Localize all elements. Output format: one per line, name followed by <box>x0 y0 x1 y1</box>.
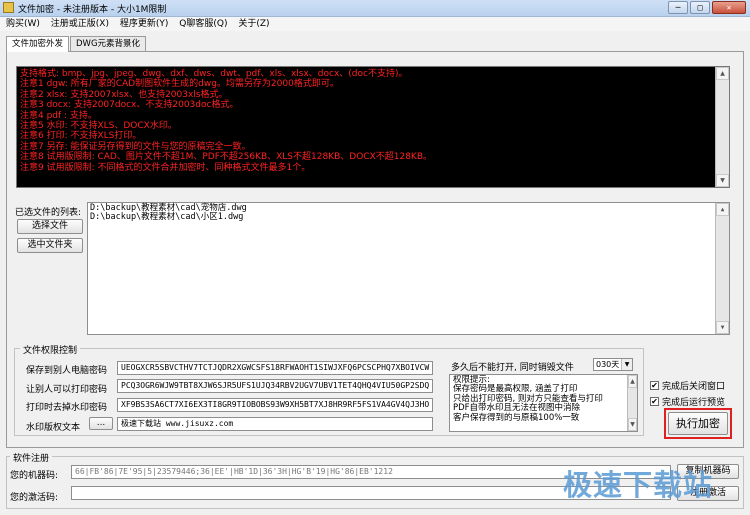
save-password-label: 保存到别人电脑密码 <box>26 366 108 376</box>
info-console: 支持格式: bmp、jpg、jpeg、dwg、dxf、dws、dwt、pdf、x… <box>16 66 730 188</box>
menu-support[interactable]: Q聊客服(Q) <box>179 17 227 31</box>
maximize-button[interactable]: □ <box>690 1 710 14</box>
console-line: 注意5 水印: 不支持XLS、DOCX水印。 <box>20 121 177 132</box>
scroll-down-icon[interactable]: ▼ <box>716 174 729 187</box>
preview-after-label: 完成后运行预览 <box>662 398 726 408</box>
window-title: 文件加密 - 未注册版本 - 大小1M限制 <box>18 5 167 15</box>
watermark-text-label: 水印版权文本 <box>26 423 81 433</box>
permission-tips: 权限提示: 保存密码是最高权限, 涵盖了打印 只给出打印密码, 则对方只能查看与… <box>449 374 638 432</box>
tips-scrollbar[interactable]: ▲ ▼ <box>627 375 637 431</box>
close-after-label: 完成后关闭窗口 <box>662 382 726 392</box>
menu-bar: 购买(W) 注册或正版(X) 程序更新(Y) Q聊客服(Q) 关于(Z) <box>0 17 750 31</box>
console-line: 注意9 试用版限制: 不同格式的文件合并加密时、同种格式文件最多1个。 <box>20 162 311 173</box>
console-line: 注意3 docx: 支持2007docx、不支持2003doc格式。 <box>20 100 239 111</box>
file-list-scrollbar[interactable]: ▲ ▼ <box>715 203 729 334</box>
save-password-field[interactable]: UEOGXCR5SBVCTHV7TCTJQDR2XGWCSFS18RFWAOHT… <box>117 361 433 375</box>
tip-line: 客户保存得到的与原稿100%一致 <box>453 412 580 423</box>
scroll-up-icon[interactable]: ▲ <box>628 375 637 388</box>
checkbox-checked-icon[interactable]: ✔ <box>650 381 659 390</box>
scroll-up-icon[interactable]: ▲ <box>716 67 729 80</box>
scroll-down-icon[interactable]: ▼ <box>628 418 637 431</box>
tab-dwg-background[interactable]: DWG元素背景化 <box>70 36 147 52</box>
app-icon <box>3 2 14 13</box>
title-bar: 文件加密 - 未注册版本 - 大小1M限制 ─ □ ✕ <box>0 0 750 17</box>
preview-after-checkbox[interactable]: ✔ 完成后运行预览 <box>650 395 725 408</box>
checkbox-checked-icon[interactable]: ✔ <box>650 397 659 406</box>
remove-watermark-label: 打印时去掉水印密码 <box>26 403 108 413</box>
print-password-label: 让别人可以打印密码 <box>26 385 108 395</box>
menu-register[interactable]: 注册或正版(X) <box>51 17 109 31</box>
scroll-down-icon[interactable]: ▼ <box>716 321 729 334</box>
print-password-field[interactable]: PCQ3OGR6WJW9TBT8XJW6SJR5UFS1UJQ34RBV2UGV… <box>117 379 433 393</box>
tab-bar: 文件加密外发 DWG元素背景化 <box>6 36 147 52</box>
file-list-label: 已选文件的列表: <box>15 208 82 218</box>
expire-days-value: 030天 <box>596 360 620 369</box>
menu-buy[interactable]: 购买(W) <box>6 17 40 31</box>
activation-code-label: 您的激活码: <box>10 493 59 503</box>
console-line: 支持格式: bmp、jpg、jpeg、dwg、dxf、dws、dwt、pdf、x… <box>20 69 408 79</box>
select-folder-button[interactable]: 选中文件夹 <box>17 238 83 253</box>
scroll-up-icon[interactable]: ▲ <box>716 203 729 216</box>
site-watermark: 极速下载站 <box>563 468 714 502</box>
list-item[interactable]: D:\backup\教程素材\cad\小区1.dwg <box>90 213 727 222</box>
file-list[interactable]: D:\backup\教程素材\cad\宠物店.dwg D:\backup\教程素… <box>87 202 730 335</box>
console-line: 注意8 试用版限制: CAD、图片文件不超1M、PDF不超256KB、XLS不超… <box>20 152 432 163</box>
watermark-browse-button[interactable]: ... <box>89 417 113 430</box>
menu-update[interactable]: 程序更新(Y) <box>120 17 169 31</box>
execute-encrypt-button[interactable]: 执行加密 <box>668 412 728 435</box>
console-line: 注意1 dgw: 所有厂家的CAD制图软件生成的dwg。均需另存为2000格式即… <box>20 79 339 90</box>
machine-code-label: 您的机器码: <box>10 471 59 481</box>
close-button[interactable]: ✕ <box>712 1 746 14</box>
console-line: 注意4 pdf : 支持。 <box>20 110 97 121</box>
minimize-button[interactable]: ─ <box>668 1 688 14</box>
console-scrollbar[interactable]: ▲ ▼ <box>715 67 729 187</box>
expire-days-label: 多久后不能打开, 同时销毁文件 <box>451 363 574 373</box>
expire-days-select[interactable]: 030天 ▼ <box>593 358 633 371</box>
console-line: 注意7 另存: 能保证另存得到的文件与您的原稿完全一致。 <box>20 141 251 152</box>
watermark-text-field[interactable]: 极速下载站 www.jisuxz.com <box>117 417 433 431</box>
chevron-down-icon[interactable]: ▼ <box>621 359 632 370</box>
registration-title: 软件注册 <box>10 451 53 464</box>
close-after-checkbox[interactable]: ✔ 完成后关闭窗口 <box>650 379 725 392</box>
permissions-title: 文件权限控制 <box>20 343 81 356</box>
console-line: 注意6 打印: 不支持XLS打印。 <box>20 131 142 142</box>
console-line: 注意2 xlsx: 支持2007xlsx、也支持2003xls格式。 <box>20 89 228 100</box>
remove-watermark-field[interactable]: XF9BS3SA6CT7XI6EX3TI8GR9TIOBOBS93W9XH5BT… <box>117 398 433 412</box>
select-file-button[interactable]: 选择文件 <box>17 219 83 234</box>
tab-encrypt-send[interactable]: 文件加密外发 <box>6 36 70 52</box>
menu-about[interactable]: 关于(Z) <box>238 17 269 31</box>
